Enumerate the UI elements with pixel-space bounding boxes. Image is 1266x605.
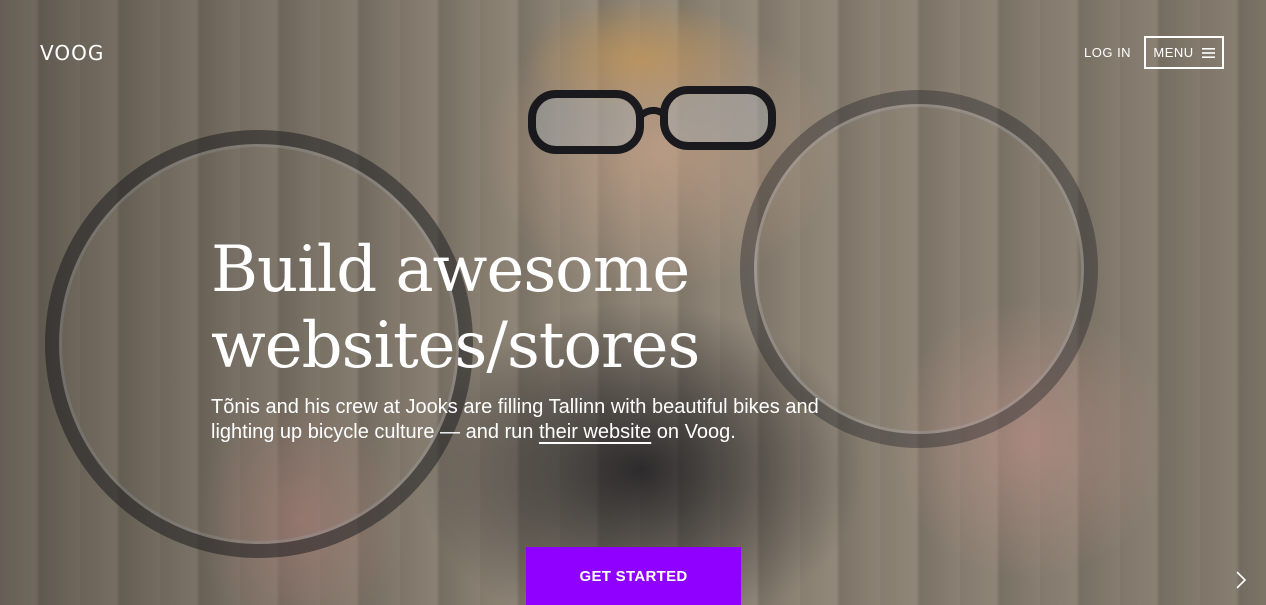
hero-subtext: Tõnis and his crew at Jooks are filling …	[211, 395, 851, 445]
their-website-link[interactable]: their website	[539, 421, 651, 443]
chevron-right-icon[interactable]	[1234, 570, 1248, 590]
hero-section: VOOG LOG IN MENU Build awesome websites/…	[0, 0, 1266, 605]
headline-line-1: Build awesome	[211, 233, 690, 307]
hero-headline: Build awesome websites/stores	[211, 232, 851, 384]
login-link[interactable]: LOG IN	[1084, 45, 1131, 60]
hamburger-icon	[1201, 47, 1215, 58]
voog-logo[interactable]: VOOG	[40, 41, 104, 65]
get-started-button[interactable]: GET STARTED	[526, 547, 741, 605]
top-navigation: VOOG LOG IN MENU	[0, 0, 1266, 105]
subtext-after-link: on Voog.	[651, 421, 736, 443]
menu-button-label: MENU	[1153, 45, 1194, 60]
menu-button[interactable]: MENU	[1144, 36, 1224, 69]
headline-line-2: websites/stores	[211, 309, 700, 383]
